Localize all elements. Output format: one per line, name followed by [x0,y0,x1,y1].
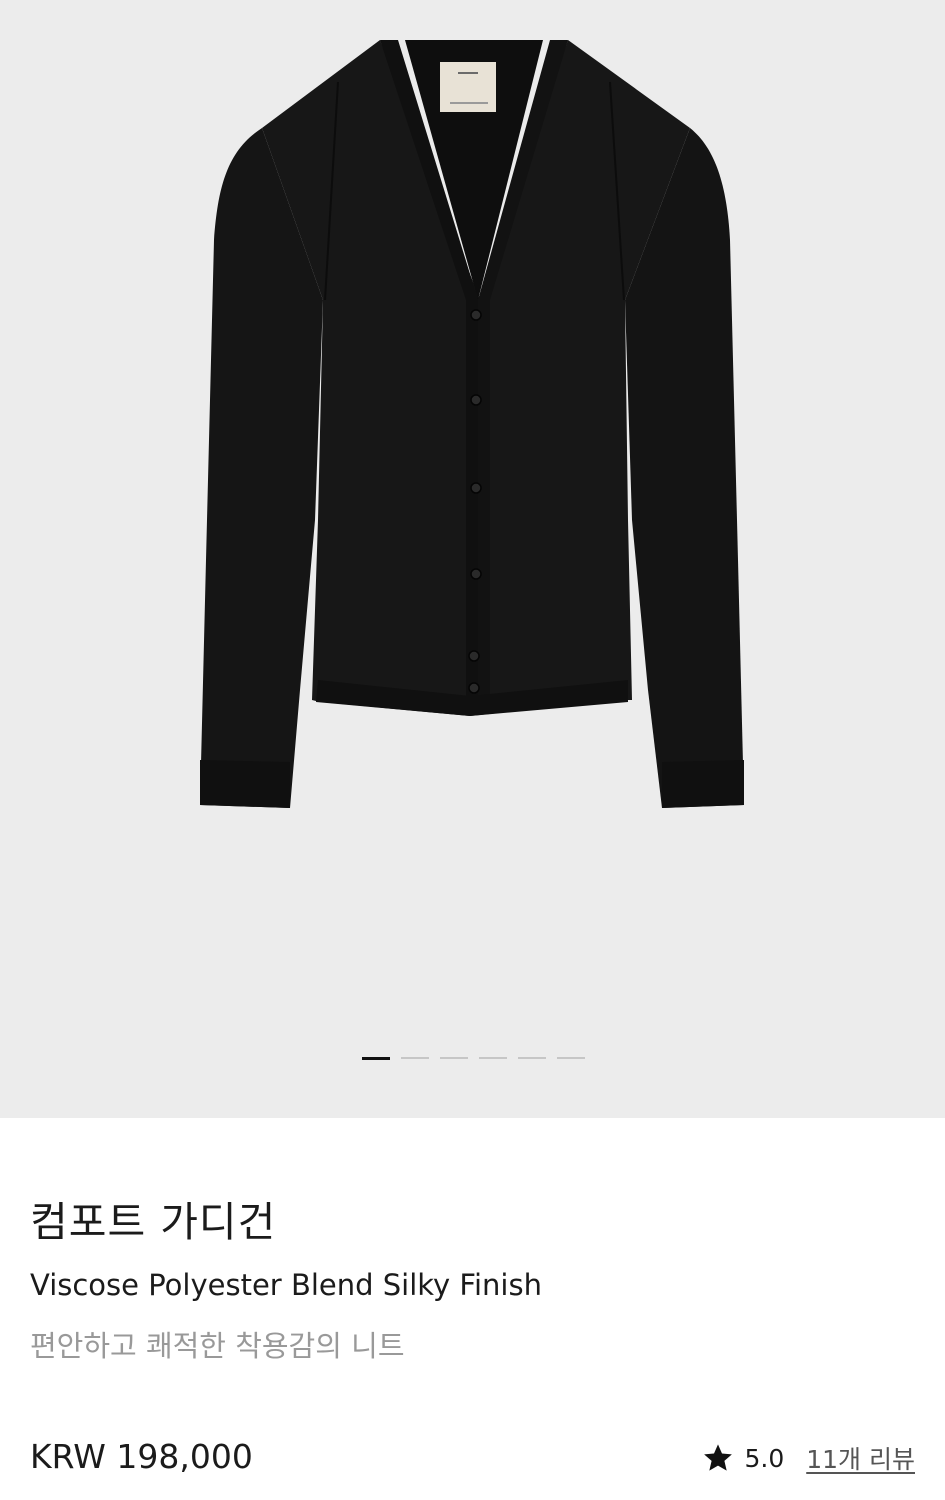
product-image [200,40,744,808]
star-icon [702,1442,734,1474]
review-count-link[interactable]: 11개 리뷰 [806,1440,915,1476]
gallery-dot-6[interactable] [557,1057,585,1059]
gallery-pagination [362,1057,585,1060]
product-rating: 5.0 11개 리뷰 [702,1440,915,1476]
product-subtitle: Viscose Polyester Blend Silky Finish [30,1268,542,1302]
gallery-dot-3[interactable] [440,1057,468,1059]
gallery-dot-4[interactable] [479,1057,507,1059]
gallery-dot-2[interactable] [401,1057,429,1059]
product-image-gallery[interactable] [0,0,945,1118]
product-description: 편안하고 쾌적한 착용감의 니트 [30,1329,405,1363]
gallery-dot-1[interactable] [362,1057,390,1060]
rating-value: 5.0 [744,1443,785,1473]
product-price: KRW 198,000 [30,1437,253,1476]
gallery-dot-5[interactable] [518,1057,546,1059]
product-title: 컴포트 가디건 [30,1198,277,1246]
